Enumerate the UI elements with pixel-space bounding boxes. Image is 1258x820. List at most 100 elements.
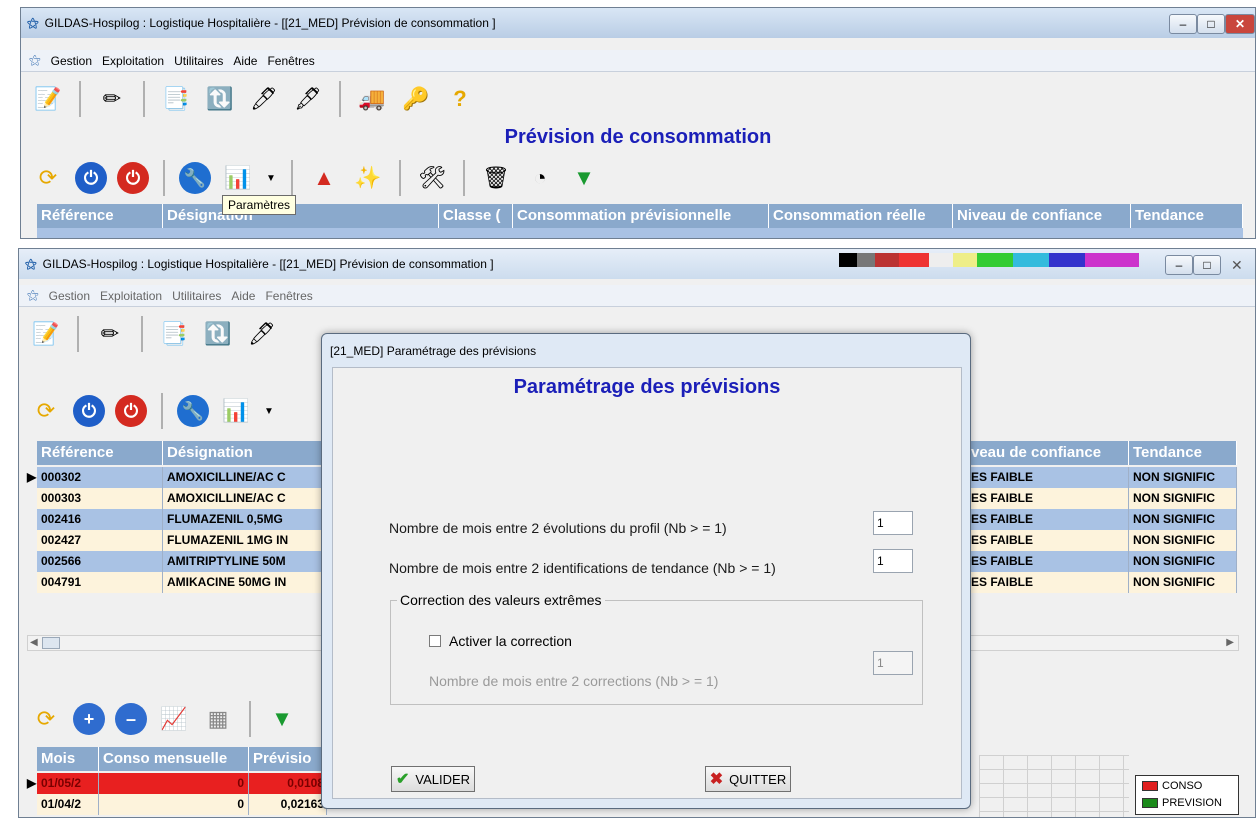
activate-correction[interactable]: Activer la correction (429, 633, 572, 649)
menu-aide[interactable]: Aide (233, 54, 257, 68)
col-mois[interactable]: Mois (37, 747, 99, 771)
scroll-left-arrow-icon[interactable]: ◀ (30, 637, 38, 648)
legend-prevision-swatch (1142, 798, 1158, 808)
pie-chart-icon[interactable]: ◔ (523, 161, 557, 195)
col-tendance[interactable]: Tendance (1129, 441, 1237, 465)
chart-bar-icon[interactable]: 📊 (219, 394, 253, 428)
quit-button[interactable]: ✖ QUITTER (705, 766, 791, 792)
cell-reference: 002427 (37, 530, 163, 551)
field1-label: Nombre de mois entre 2 évolutions du pro… (389, 520, 727, 536)
power-red-icon[interactable]: ⏻ (115, 395, 147, 427)
col-designation[interactable]: Désignation (163, 441, 341, 465)
field3-input[interactable] (873, 651, 913, 675)
close-icon[interactable]: ✕ (1231, 257, 1243, 274)
menu-fenetres[interactable]: Fenêtres (267, 54, 314, 68)
transfer-icon[interactable]: 🚚 (355, 82, 389, 116)
edit-group-icon[interactable]: 📑 (159, 82, 193, 116)
col-tendance[interactable]: Tendance (1131, 204, 1243, 228)
col-reference[interactable]: Référence (37, 204, 163, 228)
edit-check-icon[interactable]: 🖊 (247, 82, 281, 116)
edit-check-icon[interactable]: 🖊 (245, 317, 279, 351)
edit-doc-icon[interactable]: 📝 (29, 317, 63, 351)
minimize-button[interactable]: – (1165, 255, 1193, 275)
refresh-icon[interactable]: ⟳ (29, 394, 63, 428)
back-secondary-toolbar: ⟳ ⏻ ⏻ 🔧 📊 ▼ ▲ ✨ 🛠 🗑 ◔ ▼ (21, 156, 1255, 200)
activate-correction-label: Activer la correction (449, 633, 572, 649)
field1-input[interactable] (873, 511, 913, 535)
close-button[interactable]: ✕ (1225, 14, 1255, 34)
edit-group-icon[interactable]: 📑 (157, 317, 191, 351)
table-row[interactable]: ▶ 01/05/2 0 0,0108 (27, 773, 327, 794)
help-icon[interactable]: ? (443, 82, 477, 116)
app-icon: ⚝ (25, 256, 37, 271)
activate-correction-checkbox[interactable] (429, 635, 441, 647)
col-classe[interactable]: Classe ( (439, 204, 513, 228)
validate-button[interactable]: ✔ VALIDER (391, 766, 475, 792)
pencil-icon[interactable]: ✏ (93, 317, 127, 351)
dialog-title: [21_MED] Paramétrage des prévisions (330, 344, 537, 358)
col-reference[interactable]: Référence (37, 441, 163, 465)
restore-button[interactable]: □ (1193, 255, 1221, 275)
dropdown-arrow-icon[interactable]: ▼ (263, 394, 275, 428)
menu-exploitation[interactable]: Exploitation (100, 289, 162, 303)
power-red-icon[interactable]: ⏻ (117, 162, 149, 194)
menu-gestion[interactable]: Gestion (51, 54, 92, 68)
table-row[interactable]: 01/04/2 0 0,02163 (37, 794, 327, 815)
front-window-title: GILDAS-Hospilog : Logistique Hospitalièr… (42, 257, 494, 271)
dialog-heading: Paramétrage des prévisions (513, 376, 781, 398)
wrench-icon[interactable]: 🔧 (177, 395, 209, 427)
col-niveau-confiance[interactable]: veau de confiance (967, 441, 1129, 465)
scroll-thumb[interactable] (42, 637, 60, 649)
power-blue-icon[interactable]: ⏻ (73, 395, 105, 427)
cell-confiance: ES FAIBLE (967, 572, 1129, 593)
menu-utilitaires[interactable]: Utilitaires (174, 54, 223, 68)
cell-reference: 002566 (37, 551, 163, 572)
edit-doc-icon[interactable]: 📝 (31, 82, 65, 116)
magic-wand-icon[interactable]: ✨ (351, 161, 385, 195)
separator (399, 160, 401, 196)
menu-fenetres[interactable]: Fenêtres (265, 289, 312, 303)
add-icon[interactable]: + (73, 703, 105, 735)
parametres-tooltip: Paramètres (222, 195, 297, 215)
cell-tendance: NON SIGNIFIC (1129, 530, 1237, 551)
menu-exploitation[interactable]: Exploitation (102, 54, 164, 68)
col-designation[interactable]: Désignation (163, 204, 439, 228)
key-icon[interactable]: 🔑 (399, 82, 433, 116)
grid-icon[interactable]: ▦ (201, 702, 235, 736)
line-chart-icon[interactable]: 📈 (157, 702, 191, 736)
cone-icon[interactable]: ▲ (307, 161, 341, 195)
tools-icon[interactable]: 🛠 (415, 161, 449, 195)
remove-icon[interactable]: – (115, 703, 147, 735)
col-conso-previsionnelle[interactable]: Consommation prévisionnelle (513, 204, 769, 228)
menu-utilitaires[interactable]: Utilitaires (172, 289, 221, 303)
col-prevision[interactable]: Prévisio (249, 747, 327, 771)
maximize-button[interactable]: □ (1197, 14, 1225, 34)
wrench-icon[interactable]: 🔧 (179, 162, 211, 194)
minimize-button[interactable]: – (1169, 14, 1197, 34)
pencil-icon[interactable]: ✏ (95, 82, 129, 116)
refresh-icon[interactable]: ⟳ (29, 702, 63, 736)
separator (463, 160, 465, 196)
back-grid-header: Référence Désignation Classe ( Consommat… (37, 204, 1243, 228)
refresh-icon[interactable]: ⟳ (31, 161, 65, 195)
edit-arrows-icon[interactable]: 🔃 (203, 82, 237, 116)
edit-arrows-icon[interactable]: 🔃 (201, 317, 235, 351)
dropdown-arrow-icon[interactable]: ▼ (265, 161, 277, 195)
filter-icon[interactable]: ▼ (567, 161, 601, 195)
cell-confiance: ES FAIBLE (967, 509, 1129, 530)
back-row-peek (37, 228, 1243, 238)
field2-input[interactable] (873, 549, 913, 573)
col-conso-reelle[interactable]: Consommation réelle (769, 204, 953, 228)
trash-icon[interactable]: 🗑 (479, 161, 513, 195)
row-indicator-icon: ▶ (27, 776, 37, 790)
edit-pen-icon[interactable]: 🖋 (291, 82, 325, 116)
power-blue-icon[interactable]: ⏻ (75, 162, 107, 194)
scroll-right-arrow-icon[interactable]: ▶ (1226, 637, 1234, 648)
chart-bar-icon[interactable]: 📊 (221, 161, 255, 195)
col-niveau-confiance[interactable]: Niveau de confiance (953, 204, 1131, 228)
cell-designation: AMOXICILLINE/AC C (163, 488, 341, 509)
filter-icon[interactable]: ▼ (265, 702, 299, 736)
menu-gestion[interactable]: Gestion (49, 289, 90, 303)
col-conso-mensuelle[interactable]: Conso mensuelle (99, 747, 249, 771)
menu-aide[interactable]: Aide (231, 289, 255, 303)
